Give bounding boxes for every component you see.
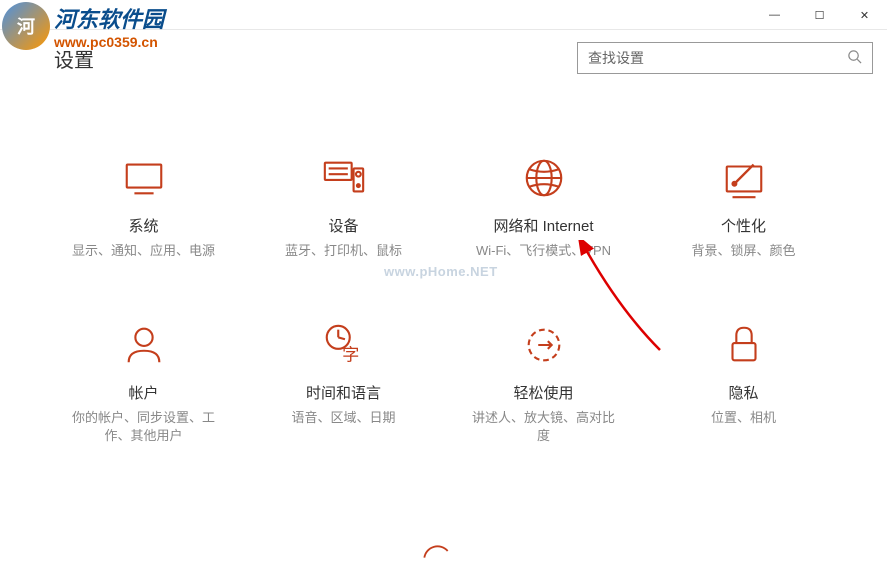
personalization-icon [721, 155, 767, 201]
accounts-icon [121, 322, 167, 368]
tiles-grid: 系统 显示、通知、应用、电源 设备 蓝牙、打印机、鼠标 网络和 Internet… [0, 74, 887, 482]
content-area: 设置 系统 显示、通知、应用、电源 设备 蓝牙、打印机、鼠标 [0, 30, 887, 566]
tile-desc: 蓝牙、打印机、鼠标 [285, 242, 402, 260]
update-icon [416, 541, 456, 561]
tile-desc: 讲述人、放大镜、高对比度 [469, 409, 619, 445]
globe-icon [521, 155, 567, 201]
tile-desc: 语音、区域、日期 [291, 409, 395, 427]
tile-title: 帐户 [128, 382, 158, 403]
window-controls: — ☐ ✕ [752, 0, 887, 30]
tile-network[interactable]: 网络和 Internet Wi-Fi、飞行模式、VPN [444, 149, 644, 266]
tile-title: 时间和语言 [306, 382, 381, 403]
svg-text:字: 字 [342, 346, 359, 365]
tile-title: 隐私 [728, 382, 758, 403]
tile-title: 个性化 [721, 215, 766, 236]
tile-personalization[interactable]: 个性化 背景、锁屏、颜色 [644, 149, 844, 266]
watermark-cn: 河东软件园 [54, 2, 164, 34]
tile-accounts[interactable]: 帐户 你的帐户、同步设置、工作、其他用户 [44, 316, 244, 451]
tile-desc: 显示、通知、应用、电源 [72, 242, 215, 260]
system-icon [121, 155, 167, 201]
maximize-button[interactable]: ☐ [797, 0, 842, 30]
tile-desc: 位置、相机 [711, 409, 776, 427]
time-language-icon: 字 [321, 322, 367, 368]
tile-system[interactable]: 系统 显示、通知、应用、电源 [44, 149, 244, 266]
ease-icon [521, 322, 567, 368]
devices-icon [321, 155, 367, 201]
partial-row [0, 536, 871, 566]
minimize-button[interactable]: — [752, 0, 797, 30]
tile-title: 轻松使用 [513, 382, 573, 403]
tile-time-language[interactable]: 字 时间和语言 语音、区域、日期 [244, 316, 444, 451]
tile-desc: 你的帐户、同步设置、工作、其他用户 [69, 409, 219, 445]
tile-devices[interactable]: 设备 蓝牙、打印机、鼠标 [244, 149, 444, 266]
tile-desc: Wi-Fi、飞行模式、VPN [476, 242, 611, 260]
tile-title: 网络和 Internet [493, 215, 593, 236]
tile-title: 设备 [328, 215, 358, 236]
tile-privacy[interactable]: 隐私 位置、相机 [644, 316, 844, 451]
search-icon [847, 49, 862, 67]
tile-ease-of-access[interactable]: 轻松使用 讲述人、放大镜、高对比度 [444, 316, 644, 451]
lock-icon [721, 322, 767, 368]
tile-desc: 背景、锁屏、颜色 [691, 242, 795, 260]
watermark-logo-icon: 河 [2, 2, 50, 50]
search-input[interactable] [588, 50, 847, 66]
tile-title: 系统 [128, 215, 158, 236]
watermark-overlay: 河 河东软件园 www.pc0359.cn [2, 2, 164, 50]
watermark-url: www.pc0359.cn [54, 34, 164, 50]
close-button[interactable]: ✕ [842, 0, 887, 30]
search-box[interactable] [577, 42, 873, 74]
